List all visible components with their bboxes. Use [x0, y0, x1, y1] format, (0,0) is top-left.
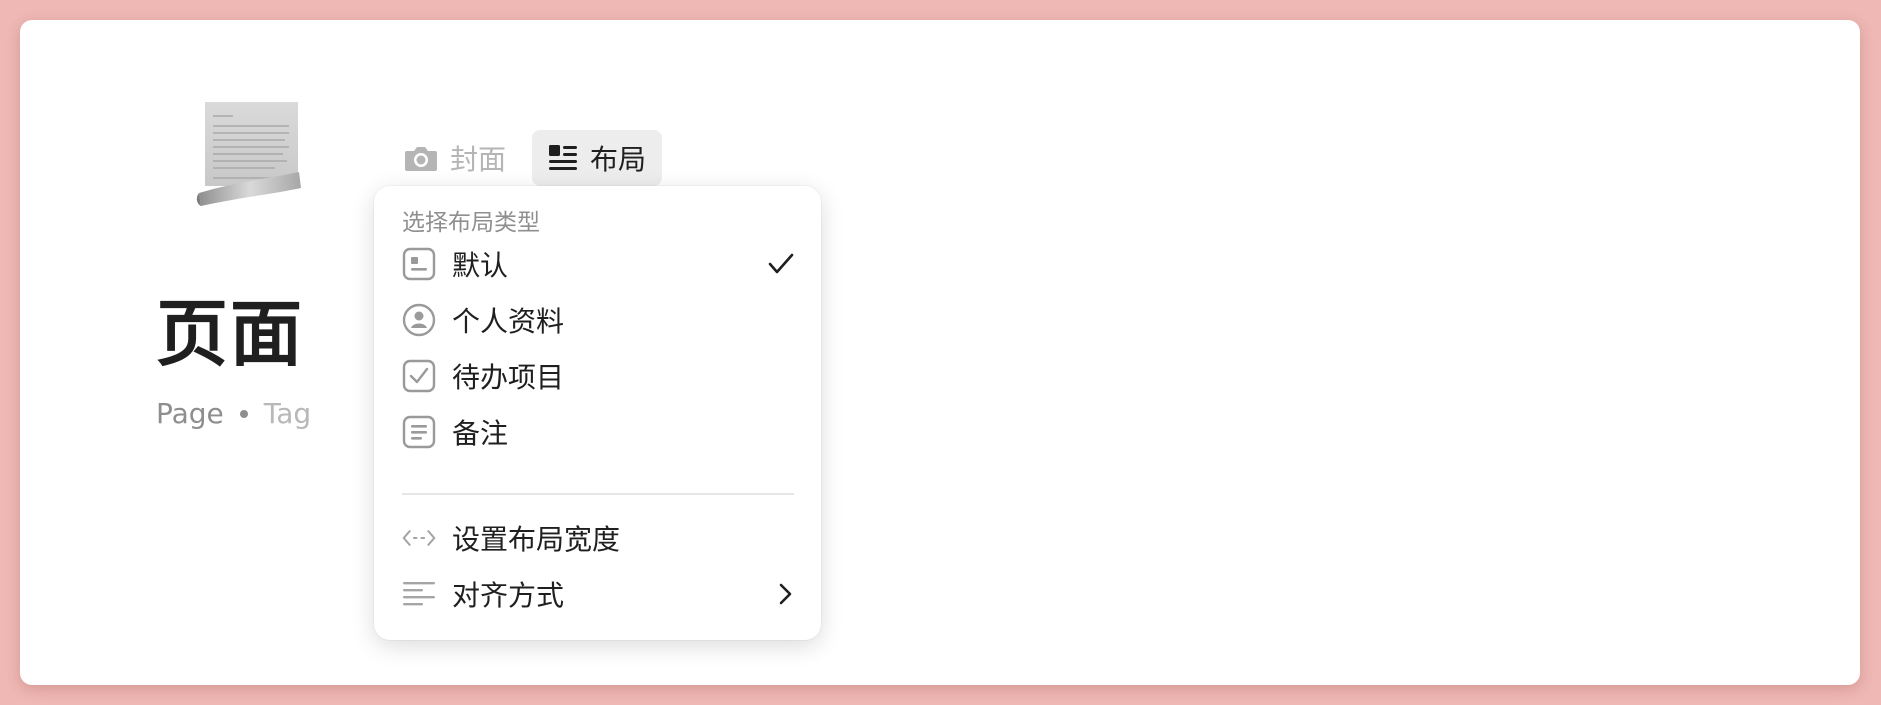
checkmark-icon [768, 252, 794, 276]
page-meta: Page Tag [156, 400, 311, 428]
menu-item-todo[interactable]: 待办项目 [402, 354, 794, 398]
width-arrows-icon [402, 521, 436, 555]
app-window: 页面 Page Tag 封面 布局 选择布局类型 默认 个人资料 待办项目 备注… [20, 20, 1860, 685]
profile-icon [402, 303, 436, 337]
scroll-document-icon[interactable] [175, 80, 315, 225]
note-icon [402, 415, 436, 449]
menu-item-label: 对齐方式 [452, 579, 565, 612]
cover-label: 封面 [450, 143, 507, 176]
layout-type-menu: 选择布局类型 默认 个人资料 待办项目 备注 设置布局宽度 对齐方式 [374, 186, 821, 640]
todo-checkbox-icon [402, 359, 436, 393]
menu-item-label: 默认 [452, 249, 509, 282]
page-title[interactable]: 页面 [156, 298, 304, 370]
camera-icon [405, 147, 437, 171]
menu-item-alignment[interactable]: 对齐方式 [402, 572, 794, 616]
menu-item-default[interactable]: 默认 [402, 242, 794, 286]
menu-item-label: 设置布局宽度 [452, 523, 621, 556]
menu-item-profile[interactable]: 个人资料 [402, 298, 794, 342]
tag-placeholder[interactable]: Tag [264, 400, 311, 428]
chevron-right-icon [778, 582, 794, 606]
layout-icon [549, 145, 577, 170]
menu-item-label: 待办项目 [452, 361, 565, 394]
menu-item-label: 备注 [452, 417, 509, 450]
menu-item-label: 个人资料 [452, 305, 565, 338]
align-left-icon [402, 577, 436, 611]
menu-heading: 选择布局类型 [402, 210, 540, 236]
layout-default-icon [402, 247, 436, 281]
cover-button[interactable]: 封面 [388, 130, 522, 186]
menu-item-note[interactable]: 备注 [402, 410, 794, 454]
page-type-label[interactable]: Page [156, 400, 224, 428]
layout-label: 布局 [590, 143, 647, 176]
separator-dot [239, 410, 248, 418]
menu-item-set-width[interactable]: 设置布局宽度 [402, 516, 794, 560]
layout-button[interactable]: 布局 [532, 130, 662, 186]
menu-divider [402, 493, 794, 495]
